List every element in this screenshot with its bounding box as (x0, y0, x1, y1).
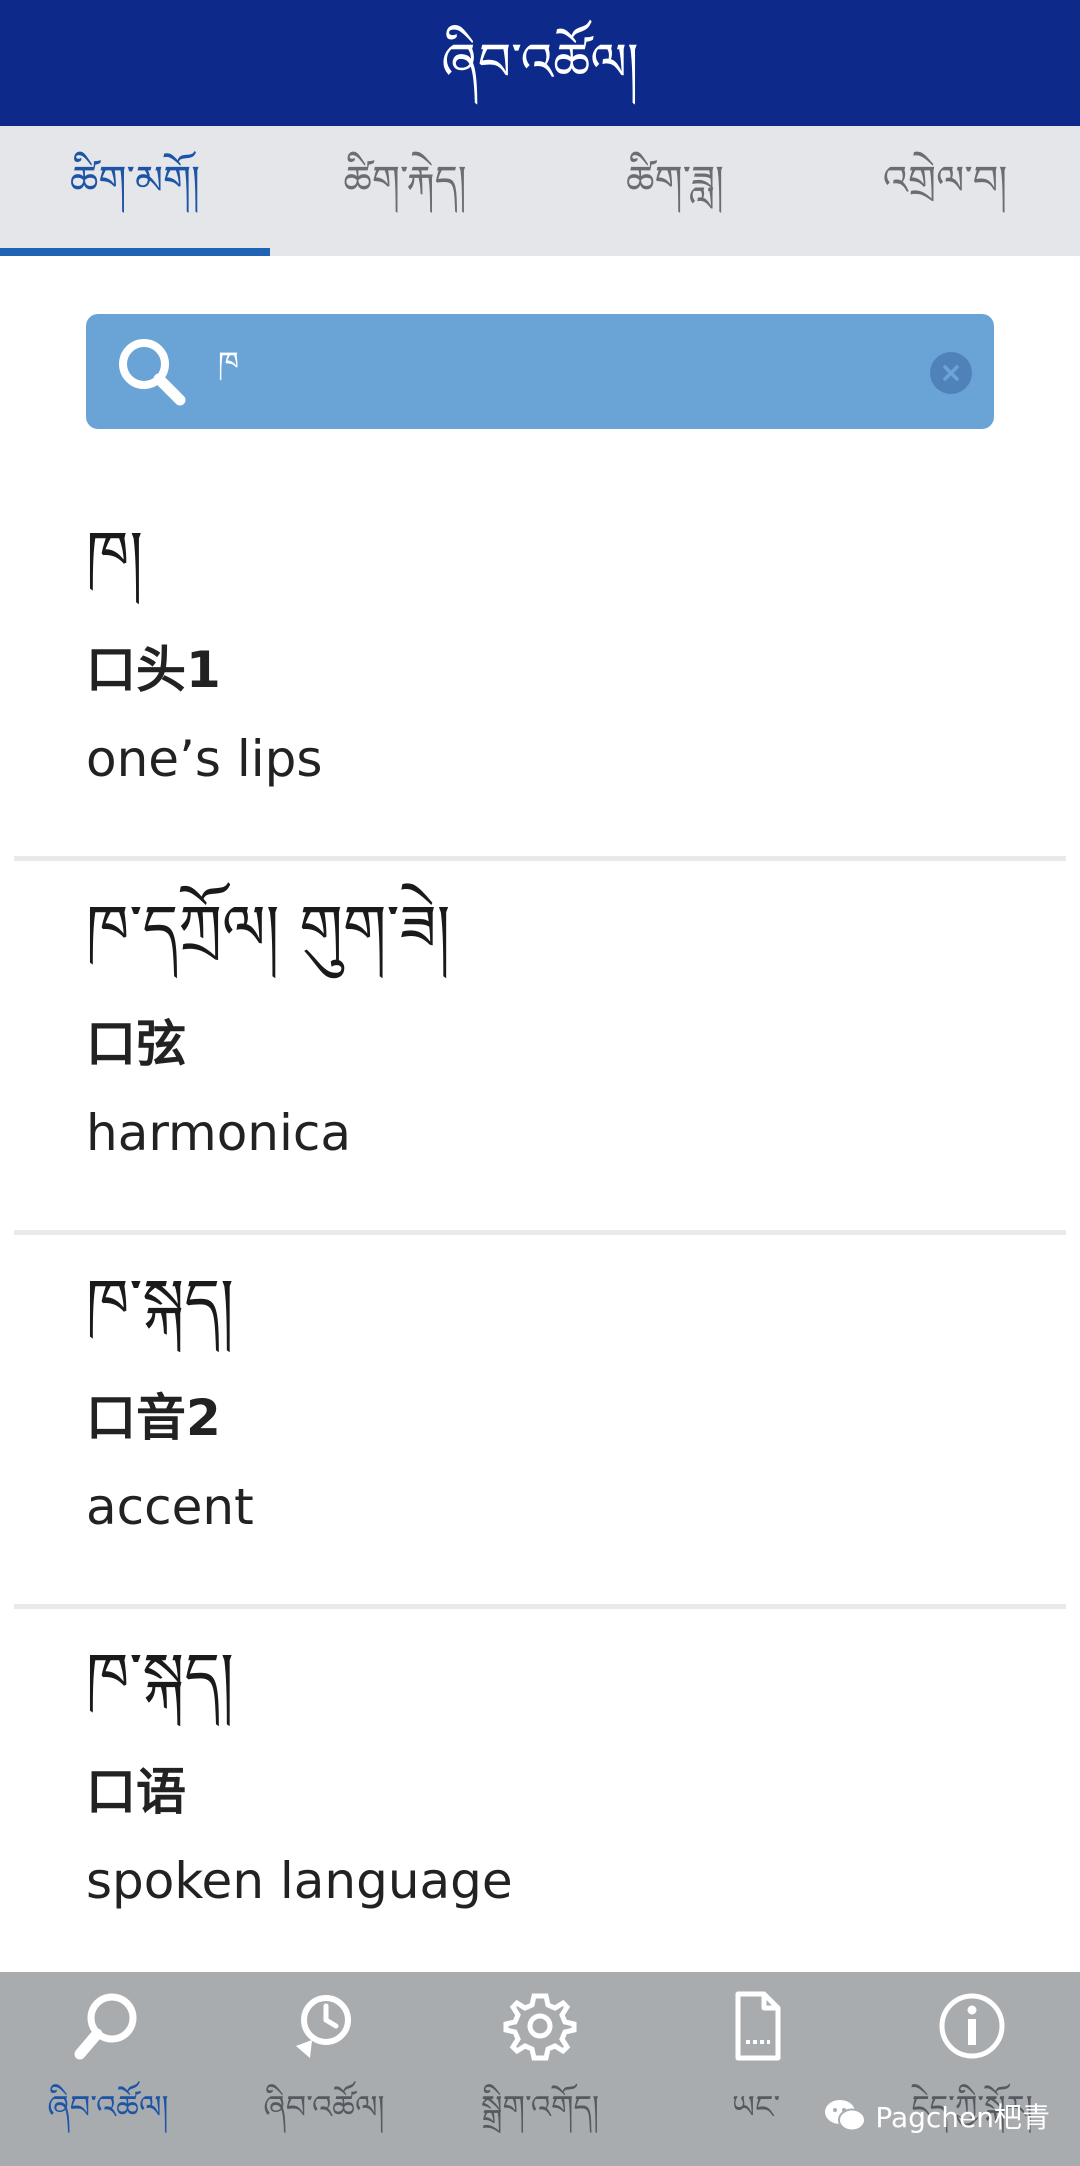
tab-word-end[interactable]: ཚིག་ཟླ། (540, 126, 810, 256)
tab-label: ཚིག་མགོ། (69, 157, 201, 204)
entry-chinese: 口头1 (86, 641, 221, 699)
nav-label: ཞིབ་འཚོལ། (47, 2088, 169, 2126)
nav-search[interactable]: ཞིབ་འཚོལ། (0, 1972, 216, 2166)
entry-chinese: 口弦 (86, 1015, 186, 1073)
watermark: Pagchen杷青 (823, 2096, 1050, 2136)
entry-tibetan: ཁ། (86, 517, 144, 590)
wechat-icon (825, 2100, 867, 2132)
entry-english: spoken language (86, 1852, 513, 1910)
tab-label: ཚིག་རྐེད། (343, 157, 467, 204)
nav-settings[interactable]: སྒྲིག་འགོད། (432, 1972, 648, 2166)
history-icon (296, 1995, 351, 2058)
entry-english: accent (86, 1478, 254, 1536)
list-item[interactable]: ཁ་སྐད། 口音2 accent (0, 1228, 1080, 1602)
close-icon (943, 365, 959, 381)
watermark-text: Pagchen杷青 (875, 2101, 1050, 2134)
entry-english: one’s lips (86, 730, 323, 788)
nav-label: སྒྲིག་འགོད། (480, 2088, 600, 2126)
entry-tibetan: ཁ་སྐད། (86, 1639, 234, 1712)
tab-word-start[interactable]: ཚིག་མགོ། (0, 126, 270, 256)
nav-label: ཞིབ་འཚོལ། (263, 2088, 385, 2126)
list-item[interactable]: ཁ་སྐད། 口语 spoken language (0, 1602, 1080, 1970)
nav-history[interactable]: ཞིབ་འཚོལ། (216, 1972, 432, 2166)
search-mode-tabs: ཚིག་མགོ། ཚིག་རྐེད། ཚིག་ཟླ། འགྲེལ་བ། (0, 126, 1080, 256)
gear-icon (503, 1993, 577, 2061)
nav-label: ཡང་ (731, 2088, 781, 2126)
entry-tibetan: ཁ་སྐད། (86, 1265, 234, 1338)
list-item[interactable]: ཁ་དཀྲོལ། གུག་ཟེ། 口弦 harmonica (0, 854, 1080, 1228)
document-icon (735, 1991, 781, 2061)
bottom-nav: ཞིབ་འཚོལ། ཞིབ་འཚོལ། སྒྲིག་འགོད། ཡང་ ངེད་… (0, 1972, 1080, 2166)
active-tab-indicator (0, 248, 270, 256)
info-icon (939, 1993, 1005, 2059)
nav-documents[interactable]: ཡང་ (648, 1972, 864, 2166)
entry-tibetan: ཁ་དཀྲོལ། གུག་ཟེ། (86, 891, 451, 964)
nav-about[interactable]: ངེད་ཀྱི་སྐོར། (864, 1972, 1080, 2166)
search-input[interactable] (216, 339, 896, 404)
tab-label: འགྲེལ་བ། (882, 157, 1008, 204)
tab-definition[interactable]: འགྲེལ་བ། (810, 126, 1080, 256)
tab-word-middle[interactable]: ཚིག་རྐེད། (270, 126, 540, 256)
search-icon[interactable] (114, 334, 190, 410)
results-list: ཁ། 口头1 one’s lips ཁ་དཀྲོལ། གུག་ཟེ། 口弦 ha… (0, 480, 1080, 1970)
tab-label: ཚིག་ཟླ། (626, 157, 724, 204)
entry-chinese: 口音2 (86, 1389, 221, 1447)
search-icon (74, 1993, 137, 2060)
page-title: ཞིབ་འཚོལ། (441, 33, 639, 93)
entry-chinese: 口语 (86, 1763, 186, 1821)
clear-search-button[interactable] (930, 352, 972, 394)
app-header: ཞིབ་འཚོལ། (0, 0, 1080, 126)
list-item[interactable]: ཁ། 口头1 one’s lips (0, 480, 1080, 854)
entry-english: harmonica (86, 1104, 352, 1162)
dictionary-app: ཞིབ་འཚོལ། ཚིག་མགོ། ཚིག་རྐེད། ཚིག་ཟླ། འགྲ… (0, 0, 1080, 2166)
search-bar (86, 314, 994, 429)
